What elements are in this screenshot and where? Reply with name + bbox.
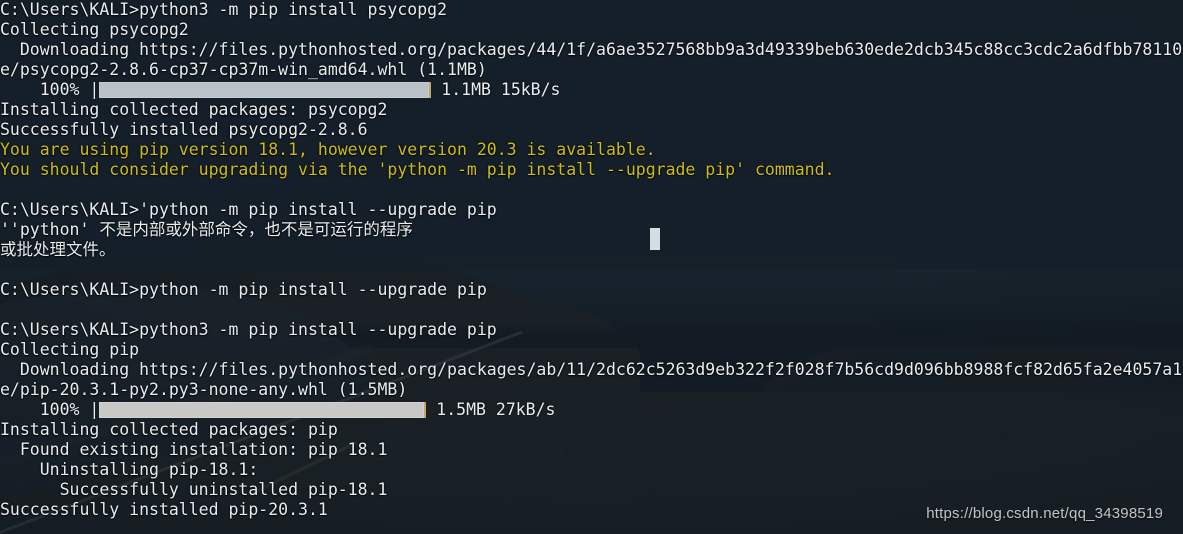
- terminal-command-line: C:\Users\KALI>python3 -m pip install --u…: [0, 320, 497, 339]
- terminal-output-line: e/pip-20.3.1-py2.py3-none-any.whl (1.5MB…: [0, 380, 408, 399]
- csdn-watermark: https://blog.csdn.net/qq_34398519: [926, 505, 1163, 522]
- progress-bar-fill: [99, 82, 432, 98]
- terminal-output-line: You are using pip version 18.1, however …: [0, 140, 656, 159]
- terminal-command-line: C:\Users\KALI>'python -m pip install --u…: [0, 200, 497, 219]
- progress-bar-fill: [99, 402, 427, 418]
- terminal-command-line: C:\Users\KALI>python -m pip install --up…: [0, 280, 487, 299]
- terminal-output-line: ''python' 不是内部或外部命令，也不是可运行的程序: [0, 220, 413, 239]
- terminal-output-line: Found existing installation: pip 18.1: [0, 440, 388, 459]
- terminal-output-line: Downloading https://files.pythonhosted.o…: [0, 360, 1183, 379]
- terminal-output-line: Successfully uninstalled pip-18.1: [0, 480, 388, 499]
- terminal-output-line: Downloading https://files.pythonhosted.o…: [0, 40, 1183, 59]
- terminal-output-line: Successfully installed psycopg2-2.8.6: [0, 120, 368, 139]
- terminal-output-line: You should consider upgrading via the 'p…: [0, 160, 835, 179]
- command-prompt-window[interactable]: C:\Users\KALI>python3 -m pip install psy…: [0, 0, 1183, 534]
- terminal-output-line: e/psycopg2-2.8.6-cp37-cp37m-win_amd64.wh…: [0, 60, 487, 79]
- progress-percent-label: 100% |: [0, 80, 100, 99]
- progress-size-speed: 1.1MB 15kB/s: [431, 80, 561, 99]
- terminal-output-line: 或批处理文件。: [0, 240, 116, 259]
- terminal-output-line: Collecting pip: [0, 340, 140, 359]
- progress-size-speed: 1.5MB 27kB/s: [426, 400, 556, 419]
- progress-percent-label: 100% |: [0, 400, 100, 419]
- terminal-output-line: Installing collected packages: pip: [0, 420, 338, 439]
- download-progress-row: 100% | 1.1MB 15kB/s: [0, 80, 1183, 100]
- text-cursor: [650, 228, 660, 250]
- terminal-output-line: Uninstalling pip-18.1:: [0, 460, 259, 479]
- terminal-output-line: Collecting psycopg2: [0, 20, 189, 39]
- download-progress-row: 100% | 1.5MB 27kB/s: [0, 400, 1183, 420]
- terminal-output-line: Installing collected packages: psycopg2: [0, 100, 388, 119]
- terminal-output[interactable]: C:\Users\KALI>python3 -m pip install psy…: [0, 0, 1183, 534]
- terminal-command-line: C:\Users\KALI>python3 -m pip install psy…: [0, 0, 448, 19]
